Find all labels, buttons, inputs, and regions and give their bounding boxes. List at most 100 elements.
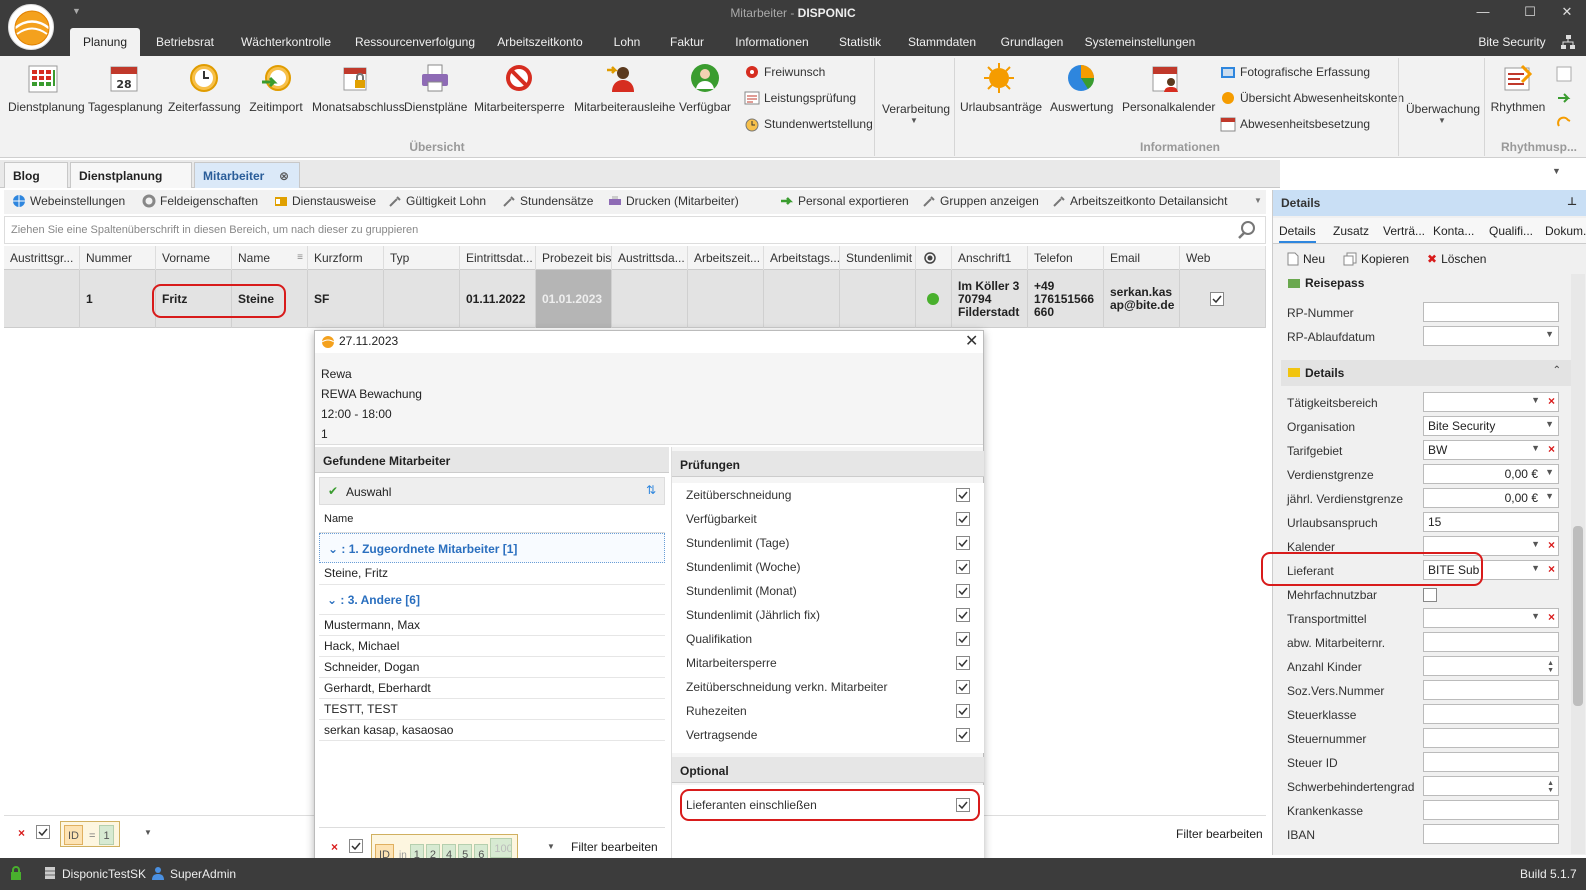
ribbon-mitarbeiterausleihe[interactable]: Mitarbeiterausleihe bbox=[574, 62, 675, 114]
col-typ[interactable]: Typ bbox=[384, 246, 460, 270]
ribbon-personalkalender[interactable]: Personalkalender bbox=[1122, 62, 1215, 114]
check-stundenlimit-tage[interactable]: Stundenlimit (Tage) bbox=[672, 531, 972, 555]
menu-tab-systemeinstellungen[interactable]: Systemeinstellungen bbox=[1082, 28, 1198, 56]
col-nummer[interactable]: Nummer bbox=[80, 246, 156, 270]
details-tab-dokumente[interactable]: Dokum... bbox=[1545, 224, 1586, 238]
ribbon-abwesenheitsbesetzung[interactable]: Abwesenheitsbesetzung bbox=[1220, 116, 1370, 132]
col-name[interactable]: Name ≡ bbox=[232, 246, 308, 270]
filter-dropdown-icon[interactable]: ▼ bbox=[547, 842, 555, 851]
ribbon-zeiterfassung[interactable]: Zeiterfassung bbox=[168, 62, 241, 114]
ribbon-verarbeitung[interactable]: Verarbeitung ▼ bbox=[882, 102, 950, 125]
check-checkbox[interactable] bbox=[956, 608, 970, 622]
clear-icon[interactable]: × bbox=[1548, 610, 1555, 624]
menu-tab-waechterkontrolle[interactable]: Wächterkontrolle bbox=[234, 28, 338, 56]
col-probezeit[interactable]: Probezeit bis bbox=[536, 246, 612, 270]
jaehrl-verdienstgrenze-input[interactable]: 0,00 € ▼ bbox=[1423, 488, 1559, 508]
menu-tab-lohn[interactable]: Lohn bbox=[602, 28, 652, 56]
action-neu[interactable]: Neu bbox=[1287, 252, 1325, 266]
dialog-close-icon[interactable]: ✕ bbox=[965, 331, 978, 351]
steuer-id-input[interactable] bbox=[1423, 752, 1559, 772]
clear-filter-icon[interactable]: × bbox=[331, 840, 338, 854]
ribbon-urlaubsantraege[interactable]: Urlaubsanträge bbox=[960, 62, 1042, 114]
tool-dienstausweise[interactable]: Dienstausweise bbox=[274, 194, 376, 208]
anzahl-kinder-input[interactable]: ▲ ▼ bbox=[1423, 656, 1559, 676]
check-checkbox[interactable] bbox=[956, 560, 970, 574]
quick-access-dropdown-icon[interactable]: ▼ bbox=[72, 6, 81, 16]
check-qualifikation[interactable]: Qualifikation bbox=[672, 627, 972, 651]
col-eintrittsdatum[interactable]: Eintrittsdat... bbox=[460, 246, 536, 270]
section-reisepass[interactable]: Reisepass bbox=[1281, 274, 1571, 294]
clear-icon[interactable]: × bbox=[1548, 562, 1555, 576]
tool-webeinstellungen[interactable]: Webeinstellungen bbox=[12, 194, 125, 208]
chevron-down-icon[interactable]: ▼ bbox=[1531, 539, 1540, 549]
col-email[interactable]: Email bbox=[1104, 246, 1180, 270]
col-stundenlimit[interactable]: Stundenlimit bbox=[840, 246, 916, 270]
details-scrollbar[interactable] bbox=[1571, 274, 1585, 854]
check-stundenlimit-jaehrlich[interactable]: Stundenlimit (Jährlich fix) bbox=[672, 603, 972, 627]
iban-input[interactable] bbox=[1423, 824, 1559, 844]
clear-icon[interactable]: × bbox=[1548, 394, 1555, 408]
group-andere[interactable]: ⌄ : 3. Andere [6] bbox=[319, 585, 665, 615]
abw-mitarbeiternr-input[interactable] bbox=[1423, 632, 1559, 652]
search-icon[interactable] bbox=[1237, 220, 1257, 240]
chevron-down-icon[interactable]: ▼ bbox=[1545, 419, 1554, 429]
check-vertragsende[interactable]: Vertragsende bbox=[672, 723, 972, 747]
details-tab-zusatz[interactable]: Zusatz bbox=[1333, 224, 1369, 238]
list-item[interactable]: Gerhardt, Eberhardt bbox=[319, 678, 665, 699]
ribbon-monatsabschluss[interactable]: Monatsabschluss bbox=[312, 62, 405, 114]
app-logo-icon[interactable] bbox=[8, 4, 54, 50]
menu-tab-faktur[interactable]: Faktur bbox=[662, 28, 712, 56]
filter-dropdown-icon[interactable]: ▼ bbox=[144, 828, 152, 837]
check-checkbox[interactable] bbox=[956, 536, 970, 550]
check-stundenlimit-woche[interactable]: Stundenlimit (Woche) bbox=[672, 555, 972, 579]
col-vorname[interactable]: Vorname bbox=[156, 246, 232, 270]
check-checkbox[interactable] bbox=[956, 728, 970, 742]
mehrfachnutzbar-checkbox[interactable] bbox=[1423, 588, 1437, 602]
menu-tab-planung[interactable]: Planung bbox=[70, 28, 140, 56]
spinner-icon[interactable]: ▲ ▼ bbox=[1547, 780, 1554, 794]
table-row[interactable]: 1 Fritz Steine SF 01.11.2022 01.01.2023 … bbox=[4, 270, 1266, 328]
col-status[interactable] bbox=[916, 246, 952, 270]
spinner-icon[interactable]: ▲ ▼ bbox=[1547, 660, 1554, 674]
name-column-header[interactable]: Name bbox=[319, 505, 665, 533]
arrow-right-icon[interactable] bbox=[1556, 90, 1572, 106]
ribbon-leistungspruefung[interactable]: Leistungsprüfung bbox=[744, 90, 856, 106]
verdienstgrenze-input[interactable]: 0,00 € ▼ bbox=[1423, 464, 1559, 484]
check-stundenlimit-monat[interactable]: Stundenlimit (Monat) bbox=[672, 579, 972, 603]
list-item[interactable]: Schneider, Dogan bbox=[319, 657, 665, 678]
tarifgebiet-select[interactable]: BW ▼ × bbox=[1423, 440, 1559, 460]
filter-enabled-checkbox[interactable] bbox=[349, 839, 363, 853]
close-button[interactable]: ✕ bbox=[1557, 4, 1577, 22]
check-checkbox[interactable] bbox=[956, 656, 970, 670]
rp-ablaufdatum-input[interactable]: ▼ bbox=[1423, 326, 1559, 346]
tabs-overflow-icon[interactable]: ▼ bbox=[1552, 166, 1561, 176]
chevron-down-icon[interactable]: ▼ bbox=[1531, 611, 1540, 621]
check-checkbox[interactable] bbox=[956, 488, 970, 502]
filter-edit-link[interactable]: Filter bearbeiten bbox=[1176, 827, 1263, 841]
web-checkbox[interactable] bbox=[1210, 292, 1224, 306]
col-telefon[interactable]: Telefon bbox=[1028, 246, 1104, 270]
ribbon-fotografische-erfassung[interactable]: Fotografische Erfassung bbox=[1220, 64, 1370, 80]
col-austrittsgrund[interactable]: Austrittsgr... bbox=[4, 246, 80, 270]
chevron-down-icon[interactable]: ▼ bbox=[1545, 491, 1554, 501]
clear-icon[interactable]: × bbox=[1548, 442, 1555, 456]
grid-small-icon[interactable] bbox=[1556, 66, 1572, 82]
clear-icon[interactable]: × bbox=[1548, 538, 1555, 552]
filter-expression[interactable]: ID in 1 2 4 5 6 100 bbox=[371, 834, 519, 864]
ribbon-verfuegbar[interactable]: Verfügbar bbox=[678, 62, 732, 114]
urlaubsanspruch-input[interactable]: 15 bbox=[1423, 512, 1559, 532]
menu-tab-statistik[interactable]: Statistik bbox=[830, 28, 890, 56]
tool-personal-exportieren[interactable]: Personal exportieren bbox=[780, 194, 909, 208]
group-zugeordnete[interactable]: ⌄ : 1. Zugeordnete Mitarbeiter [1] bbox=[319, 533, 665, 563]
chevron-down-icon[interactable]: ▼ bbox=[1531, 443, 1540, 453]
ribbon-ueberwachung[interactable]: Überwachung ▼ bbox=[1406, 102, 1480, 125]
filter-expression[interactable]: ID = 1 bbox=[60, 821, 120, 847]
tool-drucken[interactable]: Drucken (Mitarbeiter) bbox=[608, 194, 739, 208]
menu-tab-informationen[interactable]: Informationen bbox=[724, 28, 820, 56]
ribbon-zeitimport[interactable]: Zeitimport bbox=[246, 62, 306, 114]
ribbon-auswertung[interactable]: Auswertung bbox=[1050, 62, 1113, 114]
tool-feldeigenschaften[interactable]: Feldeigenschaften bbox=[142, 194, 258, 208]
toolbar-overflow-icon[interactable]: ▼ bbox=[1254, 196, 1262, 205]
refresh-icon[interactable]: ⇅ bbox=[646, 483, 656, 497]
tool-arbeitszeitkonto-detailansicht[interactable]: Arbeitszeitkonto Detailansicht bbox=[1052, 194, 1227, 208]
